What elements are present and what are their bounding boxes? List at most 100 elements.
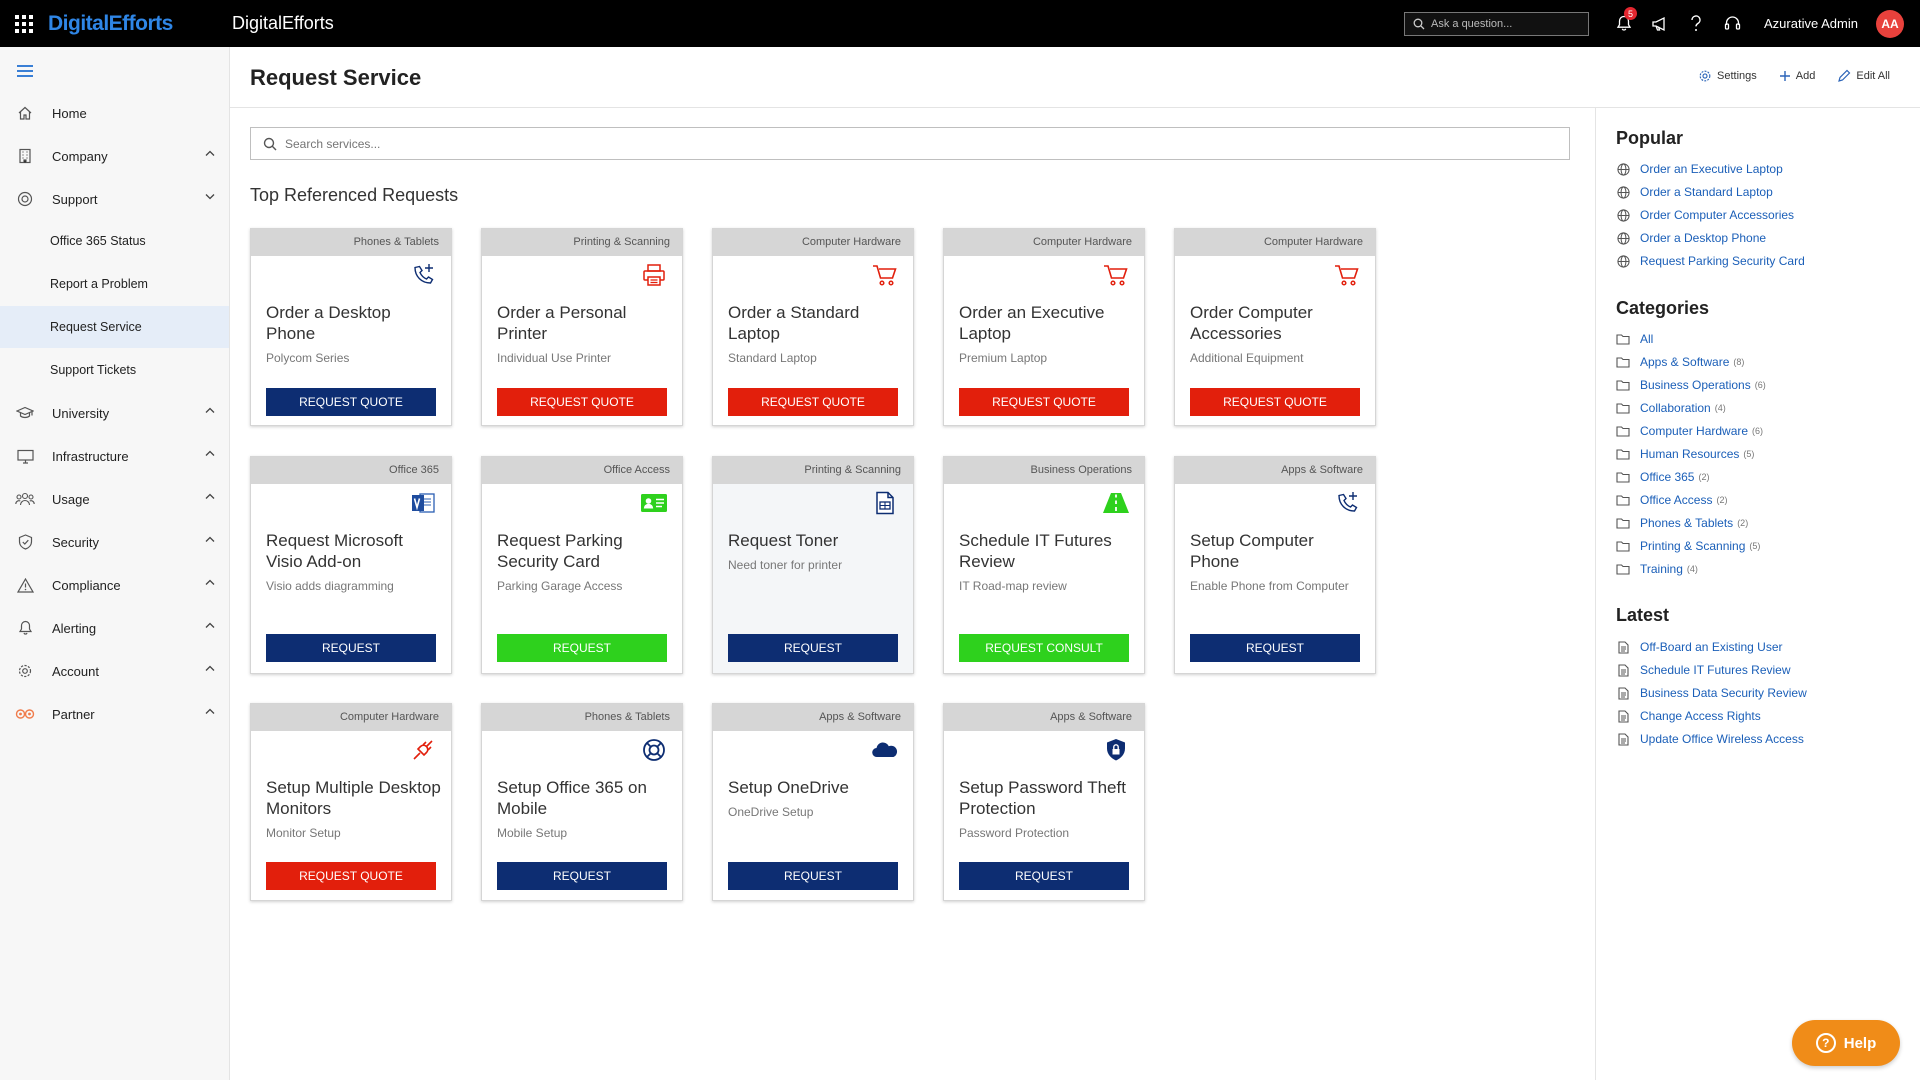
menu-toggle-icon[interactable] [17, 65, 33, 80]
request-button[interactable]: REQUEST [959, 862, 1129, 890]
sidebar-item-alerting[interactable]: Alerting [0, 608, 229, 648]
folder-icon [1616, 401, 1630, 415]
sidebar-link[interactable]: Human Resources (5) [1616, 444, 1754, 464]
request-quote-button[interactable]: REQUEST QUOTE [266, 862, 436, 890]
edit-all-button[interactable]: Edit All [1837, 69, 1890, 83]
request-quote-button[interactable]: REQUEST QUOTE [728, 388, 898, 416]
request-button[interactable]: REQUEST [497, 634, 667, 662]
announcements-button[interactable] [1642, 0, 1678, 47]
sidebar-link[interactable]: Computer Hardware (6) [1616, 421, 1763, 441]
sidebar-link[interactable]: Training (4) [1616, 559, 1698, 579]
service-card-password-protection[interactable]: Apps & Software Setup Password Theft Pro… [943, 703, 1145, 901]
request-button[interactable]: REQUEST [728, 862, 898, 890]
category-count: (6) [1752, 426, 1764, 436]
sidebar-subitem-support-tickets[interactable]: Support Tickets [0, 349, 229, 391]
card-category: Computer Hardware [1175, 229, 1375, 256]
sidebar-item-account[interactable]: Account [0, 651, 229, 691]
sidebar-link[interactable]: Order a Standard Laptop [1616, 182, 1773, 202]
add-button[interactable]: Add [1779, 70, 1815, 82]
sidebar-subitem-request-service[interactable]: Request Service [0, 306, 229, 348]
sidebar-link[interactable]: Schedule IT Futures Review [1616, 660, 1791, 680]
sidebar-item-security[interactable]: Security [0, 522, 229, 562]
folder-icon [1616, 562, 1630, 576]
sidebar-item-usage[interactable]: Usage [0, 479, 229, 519]
ask-question-input[interactable]: Ask a question... [1404, 12, 1589, 36]
sidebar-link[interactable]: Change Access Rights [1616, 706, 1761, 726]
app-launcher-icon[interactable] [0, 0, 48, 47]
notifications-button[interactable]: 5 [1606, 0, 1642, 47]
sidebar-item-infrastructure[interactable]: Infrastructure [0, 436, 229, 476]
sidebar-subitem-report-problem[interactable]: Report a Problem [0, 263, 229, 305]
help-label: Help [1843, 1034, 1877, 1052]
sidebar-link[interactable]: Business Data Security Review [1616, 683, 1807, 703]
sidebar-link[interactable]: Printing & Scanning (5) [1616, 536, 1760, 556]
request-quote-button[interactable]: REQUEST QUOTE [959, 388, 1129, 416]
shield-icon [13, 530, 37, 554]
user-name[interactable]: Azurative Admin [1764, 16, 1858, 31]
service-card-visio-addon[interactable]: Office 365 Request Microsoft Visio Add-o… [250, 456, 452, 674]
settings-button[interactable]: Settings [1698, 69, 1757, 83]
sidebar-link[interactable]: Order Computer Accessories [1616, 205, 1794, 225]
search-input[interactable] [285, 136, 1545, 151]
request-quote-button[interactable]: REQUEST QUOTE [497, 388, 667, 416]
folder-icon [1616, 493, 1630, 507]
request-button[interactable]: REQUEST [497, 862, 667, 890]
request-button[interactable]: REQUEST [1190, 634, 1360, 662]
help-button[interactable]: ? Help [1792, 1020, 1900, 1066]
building-icon [13, 144, 37, 168]
sidebar-link[interactable]: Collaboration (4) [1616, 398, 1726, 418]
sidebar-link[interactable]: Office Access (2) [1616, 490, 1727, 510]
service-search[interactable] [250, 127, 1570, 160]
service-card-personal-printer[interactable]: Printing & Scanning Order a Personal Pri… [481, 228, 683, 426]
sidebar-link[interactable]: Update Office Wireless Access [1616, 729, 1804, 749]
sidebar-link[interactable]: Order a Desktop Phone [1616, 228, 1766, 248]
right-panel: Popular Order an Executive Laptop Order a… [1595, 108, 1920, 1080]
sidebar-link[interactable]: Office 365 (2) [1616, 467, 1709, 487]
sidebar-item-label: Infrastructure [52, 448, 129, 464]
sidebar-item-company[interactable]: Company [0, 136, 229, 176]
sidebar-item-partner[interactable]: Partner [0, 694, 229, 734]
link-label: Human Resources [1640, 447, 1740, 461]
service-card-computer-accessories[interactable]: Computer Hardware Order Computer Accesso… [1174, 228, 1376, 426]
service-card-executive-laptop[interactable]: Computer Hardware Order an Executive Lap… [943, 228, 1145, 426]
service-card-desktop-monitors[interactable]: Computer Hardware Setup Multiple Desktop… [250, 703, 452, 901]
service-card-computer-phone[interactable]: Apps & Software Setup Computer Phone Ena… [1174, 456, 1376, 674]
request-button[interactable]: REQUEST [266, 634, 436, 662]
sidebar-link[interactable]: All [1616, 329, 1657, 349]
request-consult-button[interactable]: REQUEST CONSULT [959, 634, 1129, 662]
sidebar-item-university[interactable]: University [0, 393, 229, 433]
service-card-parking-card[interactable]: Office Access Request Parking Security C… [481, 456, 683, 674]
help-question-button[interactable] [1678, 0, 1714, 47]
card-title: Request Parking Security Card [497, 531, 623, 571]
service-card-office365-mobile[interactable]: Phones & Tablets Setup Office 365 on Mob… [481, 703, 683, 901]
sidebar-item-compliance[interactable]: Compliance [0, 565, 229, 605]
link-label: Schedule IT Futures Review [1640, 663, 1791, 677]
sidebar-item-support[interactable]: Support [0, 179, 229, 219]
request-quote-button[interactable]: REQUEST QUOTE [1190, 388, 1360, 416]
sidebar-link[interactable]: Off-Board an Existing User [1616, 637, 1783, 657]
support-button[interactable] [1714, 0, 1750, 47]
sidebar-subitem-office365-status[interactable]: Office 365 Status [0, 220, 229, 262]
card-category: Office Access [482, 457, 682, 484]
sidebar-link[interactable]: Order an Executive Laptop [1616, 159, 1783, 179]
link-label: Business Operations [1640, 378, 1751, 392]
sidebar-link[interactable]: Business Operations (6) [1616, 375, 1766, 395]
request-quote-button[interactable]: REQUEST QUOTE [266, 388, 436, 416]
sidebar-link[interactable]: Request Parking Security Card [1616, 251, 1805, 271]
sidebar-link[interactable]: Apps & Software (8) [1616, 352, 1744, 372]
id-card-icon [640, 489, 668, 517]
brand-logo[interactable]: DigitalEfforts [48, 12, 232, 36]
megaphone-icon [1652, 16, 1665, 31]
category-count: (2) [1698, 472, 1710, 482]
folder-icon [1616, 470, 1630, 484]
sidebar-link[interactable]: Phones & Tablets (2) [1616, 513, 1748, 533]
sidebar-item-home[interactable]: Home [0, 93, 229, 133]
service-card-onedrive[interactable]: Apps & Software Setup OneDrive OneDrive … [712, 703, 914, 901]
avatar[interactable]: AA [1876, 10, 1904, 38]
service-card-it-futures-review[interactable]: Business Operations Schedule IT Futures … [943, 456, 1145, 674]
request-button[interactable]: REQUEST [728, 634, 898, 662]
service-card-desktop-phone[interactable]: Phones & Tablets Order a Desktop Phone P… [250, 228, 452, 426]
link-label: All [1640, 332, 1654, 346]
service-card-request-toner[interactable]: Printing & Scanning Request Toner Need t… [712, 456, 914, 674]
service-card-standard-laptop[interactable]: Computer Hardware Order a Standard Lapto… [712, 228, 914, 426]
